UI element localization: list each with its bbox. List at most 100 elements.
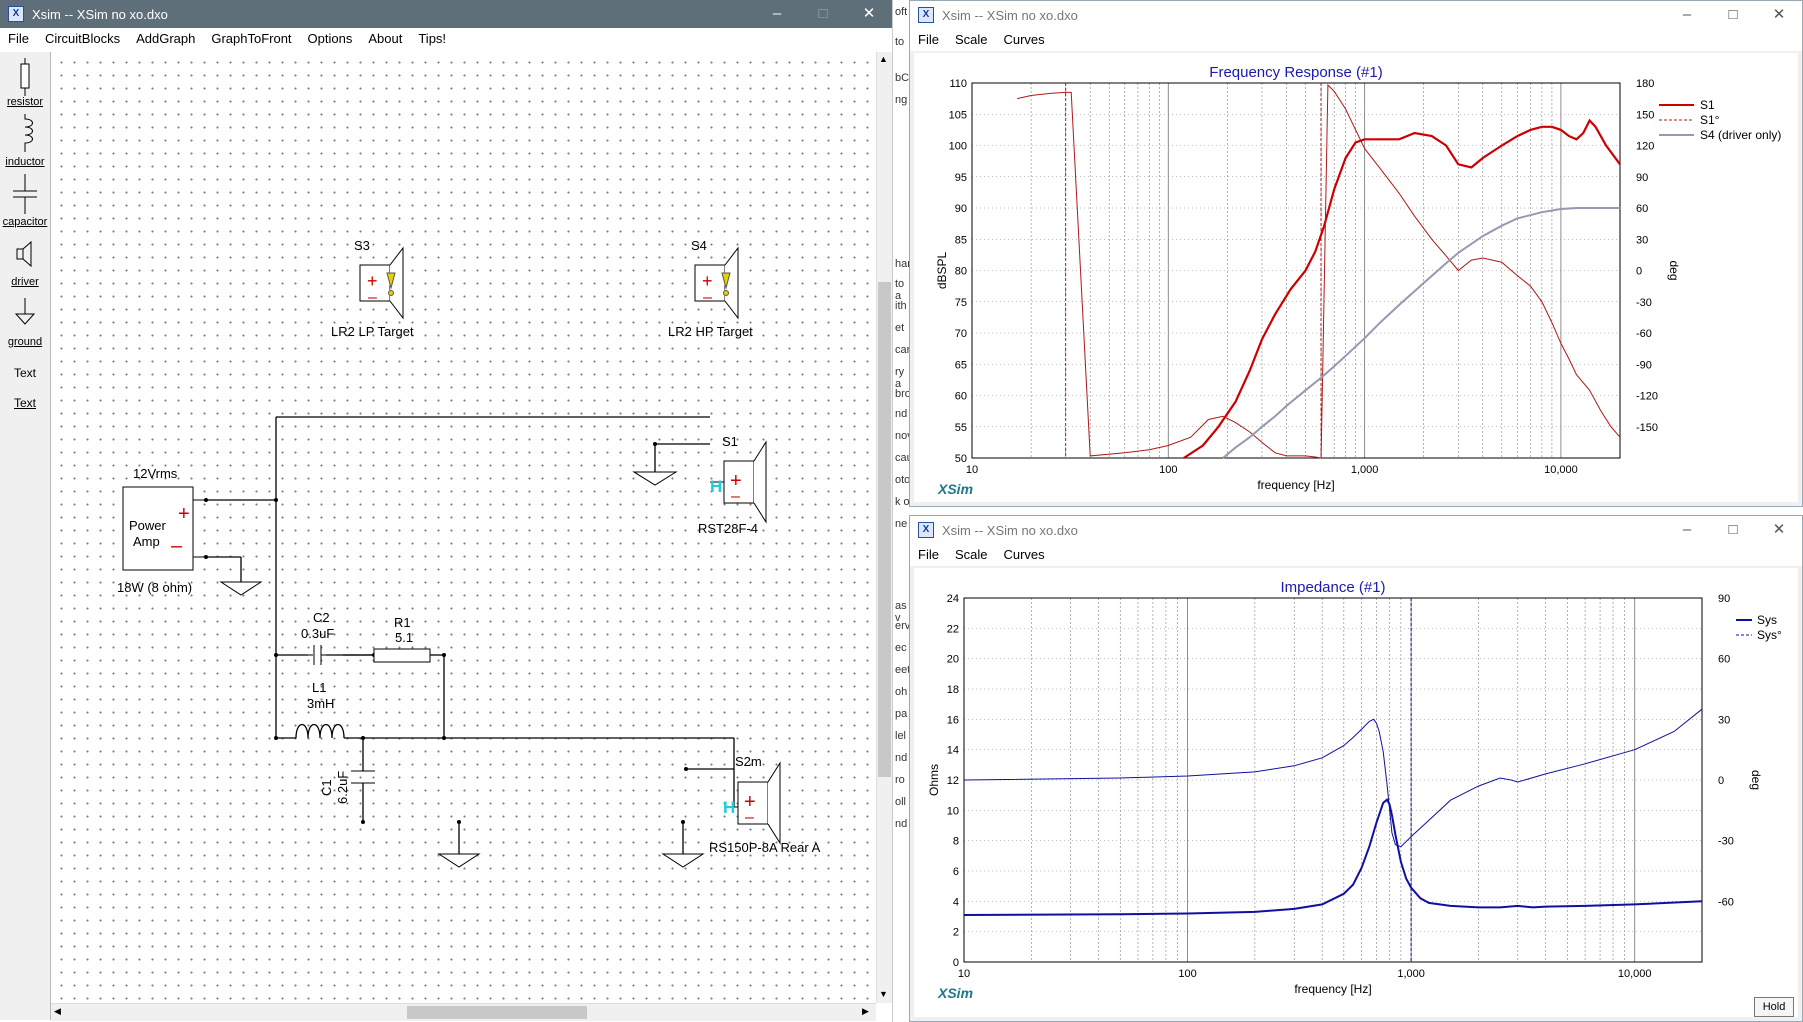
freq-plot-panel[interactable]: Frequency Response (#1) 50 55 60 65 70 75 80 85 9… [914, 53, 1798, 502]
y-axis-label: dBSPL [935, 251, 949, 289]
driver-icon[interactable] [13, 240, 37, 270]
close-button[interactable]: ✕ [1756, 1, 1802, 29]
resistor-r1[interactable] [373, 648, 431, 663]
minimize-button[interactable]: – [754, 0, 800, 28]
frequency-response-chart[interactable]: Frequency Response (#1)50556065707580859… [914, 53, 1798, 502]
impedance-chart[interactable]: Impedance (#1)024681012141618202224-60-3… [914, 568, 1798, 1017]
freq-menubar: File Scale Curves [910, 29, 1802, 51]
x-tick-label: 10 [966, 464, 978, 476]
scroll-left-icon[interactable]: ◀ [54, 1006, 61, 1017]
tool-inductor[interactable]: inductor [0, 156, 50, 168]
menu-file[interactable]: File [910, 544, 947, 566]
y-tick-label: 55 [955, 422, 967, 434]
y2-tick-label: 60 [1718, 654, 1730, 666]
xsim-app-icon: X [918, 7, 934, 23]
close-button[interactable]: ✕ [1756, 516, 1802, 544]
tool-ground[interactable]: ground [0, 336, 50, 348]
tool-driver[interactable]: driver [0, 276, 50, 288]
scroll-down-icon[interactable]: ▼ [879, 989, 888, 999]
s3-name: S3 [354, 238, 370, 253]
menu-tips[interactable]: Tips! [410, 28, 454, 50]
y-tick-label: 100 [949, 141, 967, 153]
maximize-button[interactable]: □ [1710, 1, 1756, 29]
tool-resistor[interactable]: resistor [0, 96, 50, 108]
menu-about[interactable]: About [360, 28, 410, 50]
resistor-icon[interactable] [15, 58, 35, 98]
menu-curves[interactable]: Curves [995, 544, 1052, 566]
minimize-button[interactable]: – [1664, 1, 1710, 29]
menu-circuitblocks[interactable]: CircuitBlocks [37, 28, 128, 50]
inductor-l1[interactable] [295, 723, 345, 739]
menu-options[interactable]: Options [300, 28, 361, 50]
legend-label: S1 [1700, 98, 1715, 112]
bg-text-fragment: nd [895, 752, 908, 764]
menu-file[interactable]: File [910, 29, 947, 51]
r1-value: 5.1 [395, 630, 413, 645]
capacitor-c1[interactable] [351, 770, 375, 784]
y-tick-label: 24 [947, 593, 959, 605]
y-tick-label: 2 [953, 927, 959, 939]
menu-graphtofront[interactable]: GraphToFront [203, 28, 299, 50]
frequency-response-window: X Xsim -- XSim no xo.dxo – □ ✕ File Scal… [909, 0, 1803, 507]
amp-power-label: 18W (8 ohm) [117, 580, 192, 595]
close-button[interactable]: ✕ [846, 0, 892, 28]
menu-addgraph[interactable]: AddGraph [128, 28, 203, 50]
chart-title: Frequency Response (#1) [1209, 64, 1382, 81]
y2-tick-label: 60 [1636, 203, 1648, 215]
menu-scale[interactable]: Scale [947, 29, 996, 51]
imp-menubar: File Scale Curves [910, 544, 1802, 566]
x-axis-label: frequency [Hz] [1257, 478, 1334, 492]
y2-tick-label: 120 [1636, 141, 1654, 153]
imp-plot-panel[interactable]: Impedance (#1) 0 2 4 6 8 10 12 14 16 18 20 22 24 -60 -3… [914, 568, 1798, 1017]
svg-text:–: – [703, 289, 712, 306]
bg-text-fragment: nd [895, 818, 908, 830]
bg-text-fragment: ne [895, 518, 908, 530]
menu-scale[interactable]: Scale [947, 544, 996, 566]
power-amp-block[interactable]: + – Power Amp [122, 486, 206, 571]
tool-capacitor[interactable]: capacitor [0, 216, 50, 228]
menu-curves[interactable]: Curves [995, 29, 1052, 51]
vertical-scroll-thumb[interactable] [878, 282, 891, 777]
xsim-app-icon: X [8, 6, 24, 22]
driver-s4[interactable]: + – [694, 246, 739, 320]
driver-s3[interactable]: + – [359, 246, 404, 320]
svg-text:–: – [745, 809, 754, 826]
l1-name: L1 [312, 680, 326, 695]
y-tick-label: 105 [949, 109, 967, 121]
freq-titlebar: X Xsim -- XSim no xo.dxo – □ ✕ [910, 1, 1802, 29]
tool-text-plain[interactable]: Text [0, 366, 50, 380]
svg-text:–: – [731, 488, 740, 505]
c2-value: 0.3uF [301, 626, 334, 641]
maximize-button[interactable]: □ [1710, 516, 1756, 544]
ground-symbol-s1 [632, 471, 678, 486]
menu-file[interactable]: File [0, 28, 37, 50]
tool-text-underlined[interactable]: Text [0, 396, 50, 410]
bg-text-fragment: pa [895, 708, 908, 720]
impedance-window: X Xsim -- XSim no xo.dxo – □ ✕ File Scal… [909, 515, 1803, 1022]
scroll-up-icon[interactable]: ▲ [879, 54, 888, 64]
minimize-button[interactable]: – [1664, 516, 1710, 544]
y2-tick-label: 30 [1718, 714, 1730, 726]
inductor-icon[interactable] [13, 114, 37, 154]
y2-tick-label: 150 [1636, 109, 1654, 121]
bg-text-fragment: lel [895, 730, 907, 742]
x-tick-label: 10 [958, 968, 970, 980]
xsim-logo: XSim [937, 985, 973, 1001]
x-tick-label: 10,000 [1544, 464, 1578, 476]
maximize-button[interactable]: □ [800, 0, 846, 28]
bg-text-fragment: oft [895, 6, 908, 18]
ground-icon[interactable] [13, 298, 37, 328]
s1-name: S1 [722, 434, 738, 449]
driver-s1[interactable]: + – H [710, 440, 767, 524]
horizontal-scrollbar[interactable]: ◀ ▶ [51, 1003, 876, 1021]
scroll-right-icon[interactable]: ▶ [862, 1006, 869, 1017]
vertical-scrollbar[interactable]: ▲ ▼ [876, 52, 893, 1003]
y2-axis-label: deg [1667, 260, 1681, 280]
y-tick-label: 95 [955, 172, 967, 184]
series-line-0 [1183, 118, 1621, 459]
capacitor-c2[interactable] [308, 645, 343, 665]
capacitor-icon[interactable] [9, 174, 41, 214]
horizontal-scroll-thumb[interactable] [407, 1006, 587, 1019]
hold-button[interactable]: Hold [1754, 997, 1794, 1017]
y-tick-label: 90 [955, 203, 967, 215]
